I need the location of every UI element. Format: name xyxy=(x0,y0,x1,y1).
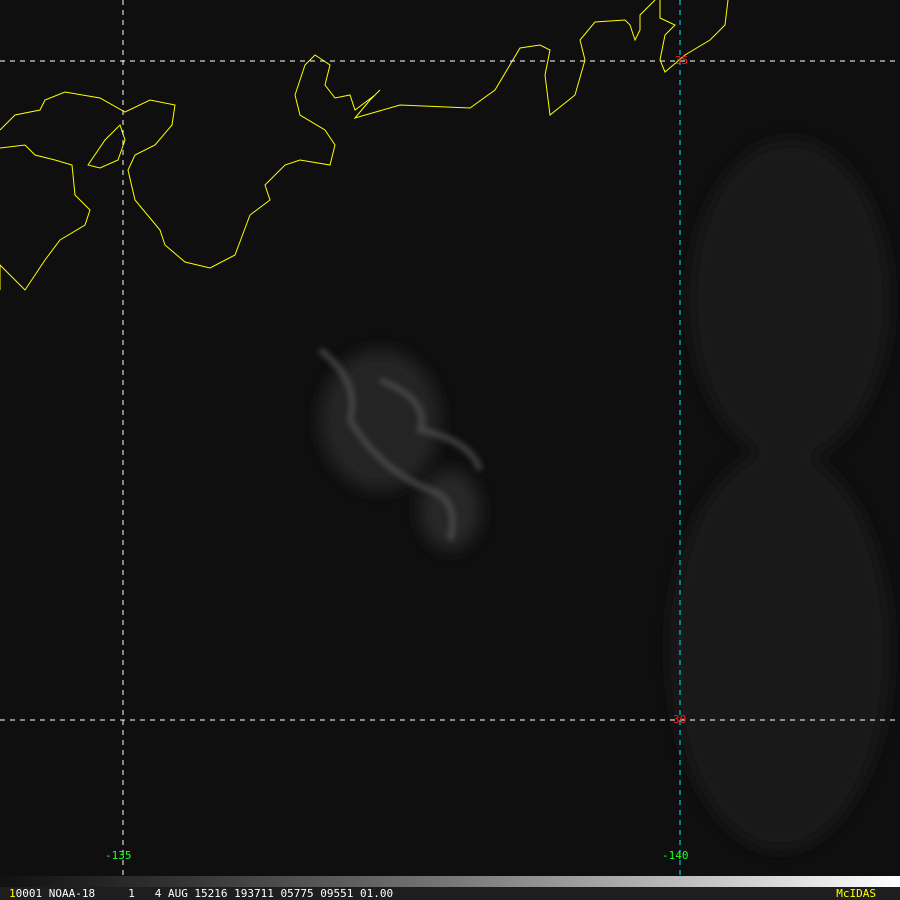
lat-label-35: 35 xyxy=(675,54,689,67)
lat-label-30: 30 xyxy=(673,713,687,726)
lon-label-140: -140 xyxy=(662,849,689,862)
mcidas-brand: McIDAS xyxy=(836,887,876,900)
status-bar: 10001 NOAA-18 1 4 AUG 15216 193711 05775… xyxy=(0,887,900,900)
satellite-image-viewer: 35 30 -135 -140 10001 NOAA-18 1 4 AUG 15… xyxy=(0,0,900,900)
image-info: 0001 NOAA-18 1 4 AUG 15216 193711 05775 … xyxy=(15,887,394,900)
satellite-image xyxy=(0,0,900,876)
frame-number: 1 xyxy=(9,887,16,900)
grayscale-color-bar xyxy=(0,876,900,887)
lon-label-135: -135 xyxy=(105,849,132,862)
